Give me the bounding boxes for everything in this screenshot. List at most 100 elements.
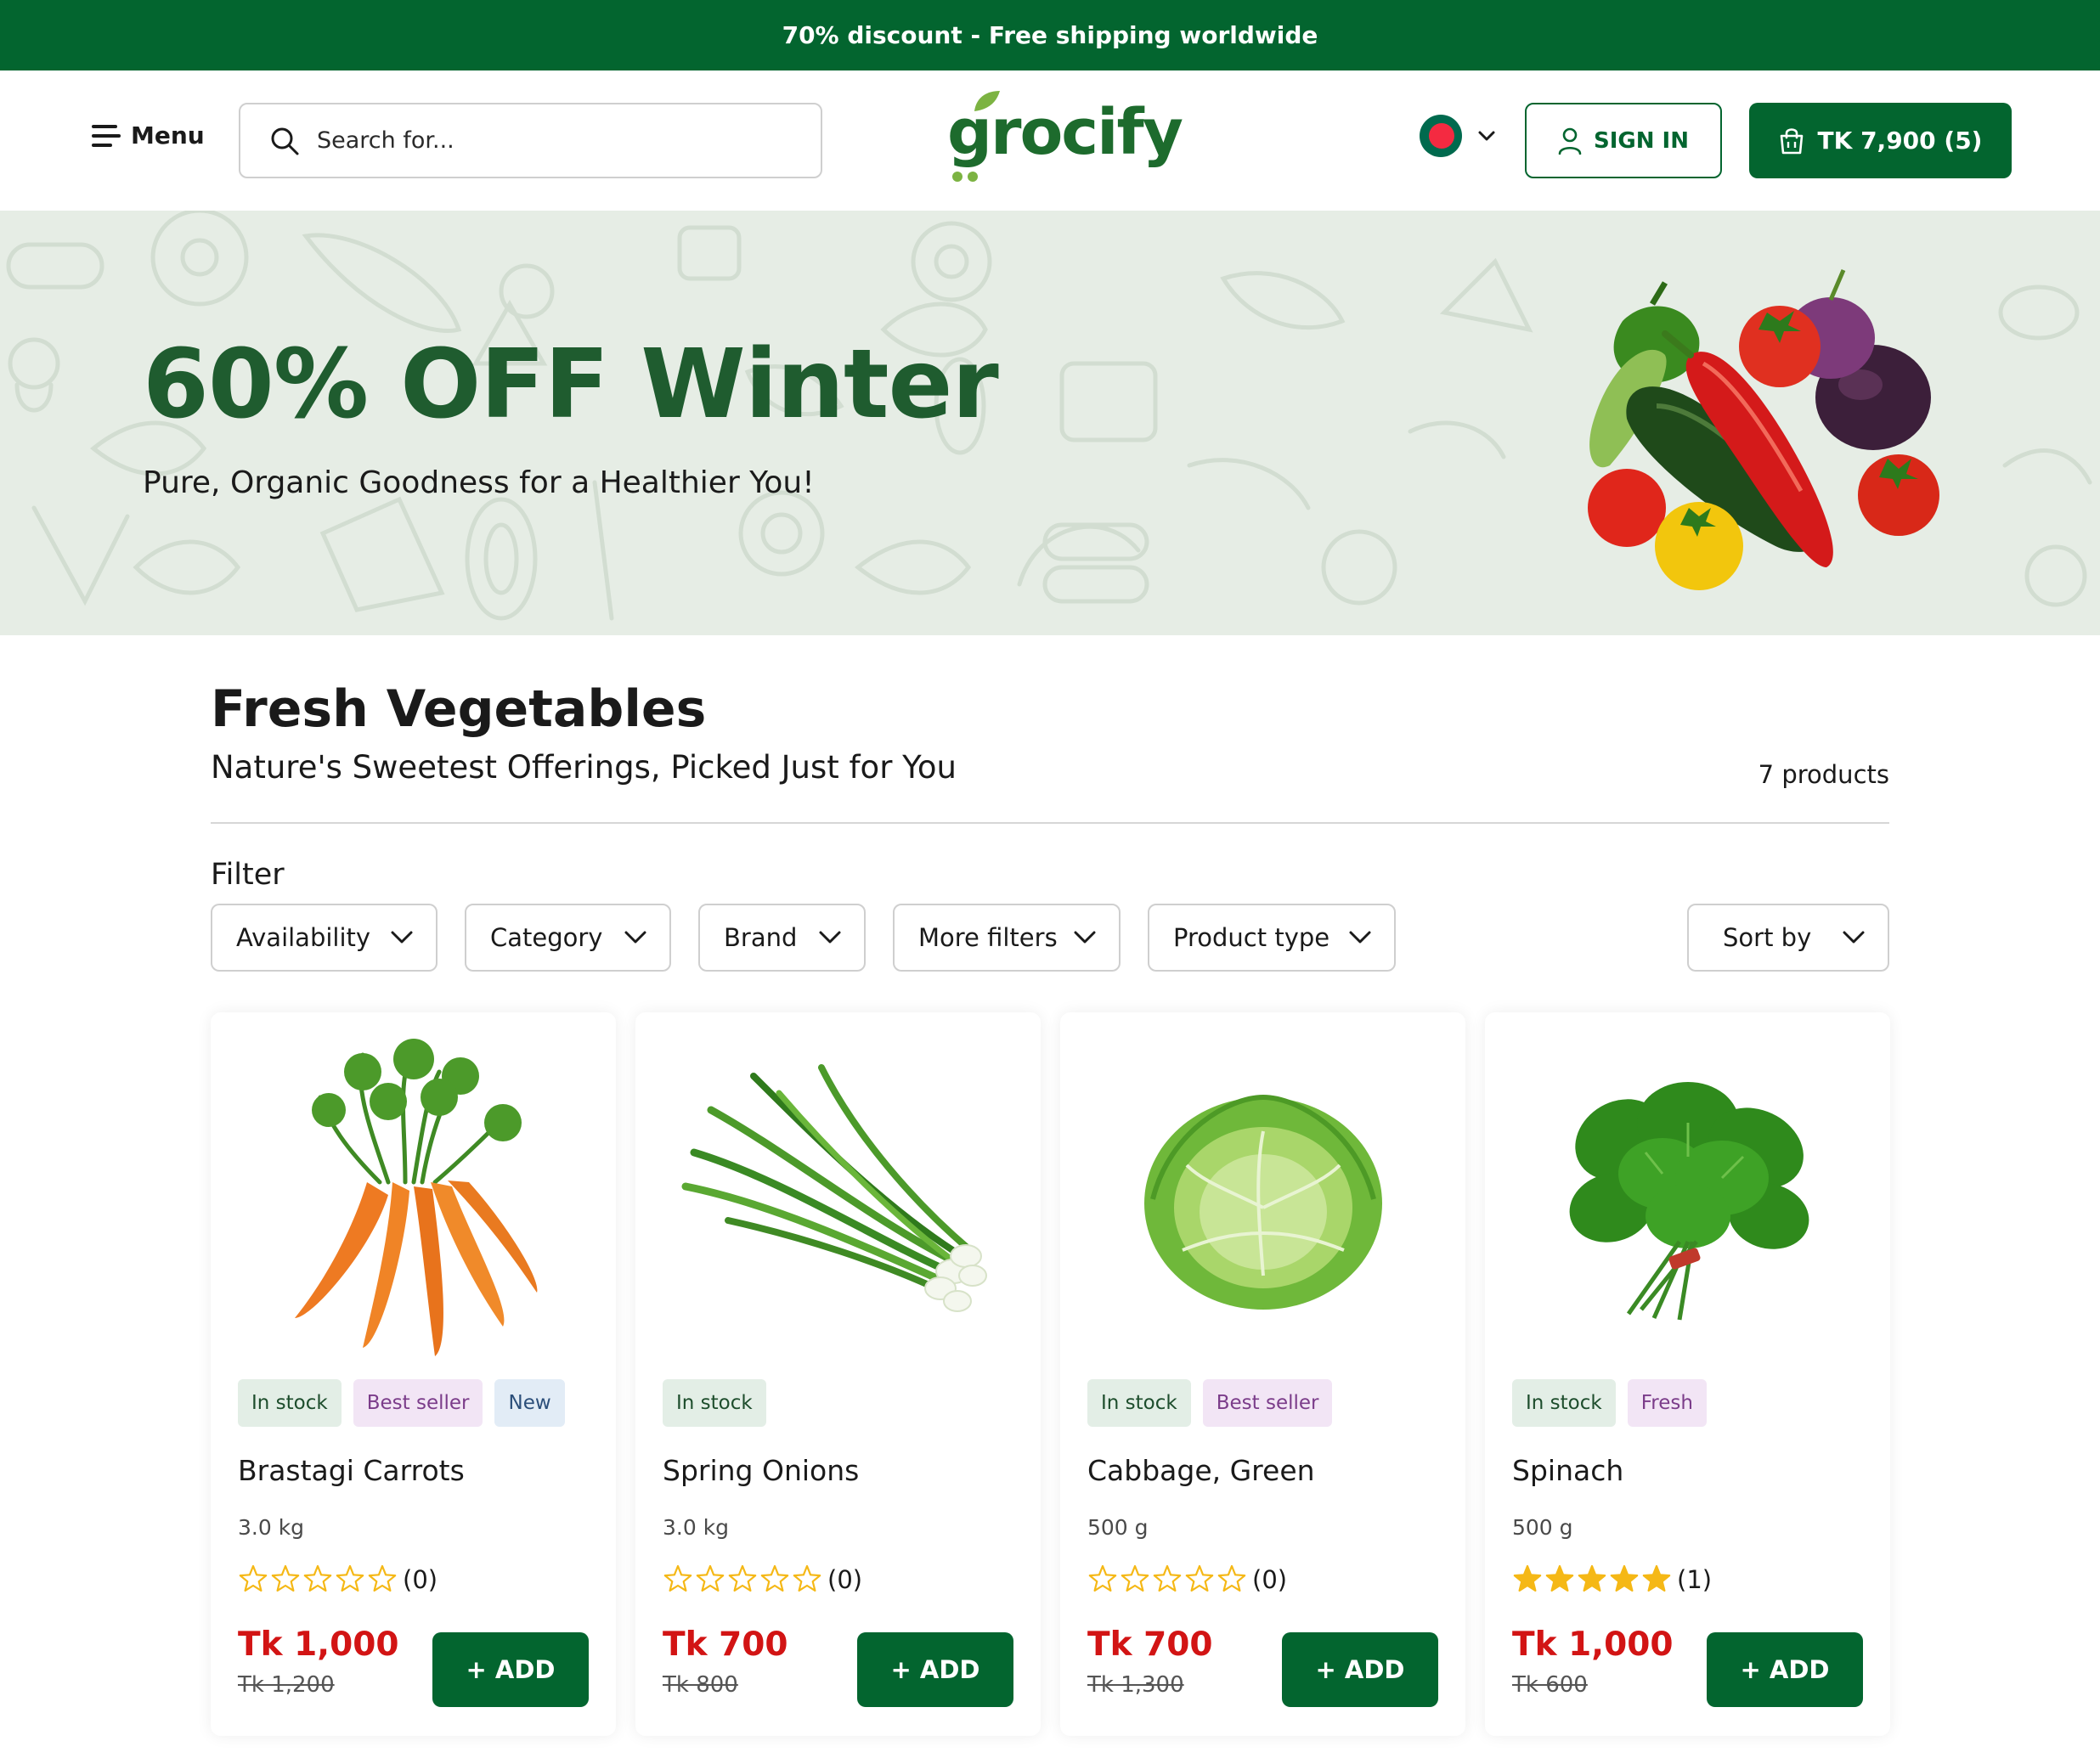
product-image[interactable] [1077, 1029, 1448, 1369]
country-selector[interactable] [1420, 115, 1496, 157]
chevron-down-icon [1349, 931, 1371, 944]
rating-stars-icon [1088, 1564, 1246, 1592]
add-to-cart-button[interactable]: + ADD [1282, 1632, 1438, 1707]
filter-availability-label: Availability [236, 923, 371, 952]
search-input[interactable] [317, 127, 793, 154]
star-icon [728, 1564, 757, 1592]
product-count: 7 products [1758, 760, 1889, 789]
product-badges: In stock Fresh [1512, 1379, 1707, 1427]
star-icon [1545, 1564, 1574, 1592]
product-image[interactable] [228, 1029, 599, 1369]
product-name[interactable]: Cabbage, Green [1087, 1454, 1315, 1487]
filter-more[interactable]: More filters [893, 904, 1121, 972]
rating-stars-icon [1513, 1564, 1671, 1592]
product-price: Tk 1,000 [238, 1626, 399, 1664]
badge-fresh: Fresh [1627, 1379, 1707, 1427]
product-card[interactable]: In stock Fresh Spinach 500 g (1) Tk 1,00… [1485, 1012, 1890, 1736]
hero-title: 60% OFF Winter [143, 330, 999, 440]
review-count: (0) [1252, 1565, 1288, 1594]
product-image[interactable] [652, 1029, 1024, 1369]
hero-banner[interactable]: 60% OFF Winter Pure, Organic Goodness fo… [0, 211, 2100, 635]
announcement-text: 70% discount - Free shipping worldwide [782, 21, 1318, 49]
star-icon [336, 1564, 364, 1592]
sign-in-label: SIGN IN [1594, 127, 1689, 154]
carrots-image [294, 1039, 537, 1356]
filter-category-label: Category [490, 923, 603, 952]
chevron-down-icon [819, 931, 841, 944]
menu-label: Menu [131, 121, 205, 149]
announcement-bar: 70% discount - Free shipping worldwide [0, 0, 2100, 70]
badge-in-stock: In stock [1087, 1379, 1191, 1427]
product-weight: 3.0 kg [238, 1515, 305, 1540]
product-weight: 500 g [1512, 1515, 1573, 1540]
review-count: (0) [403, 1565, 438, 1594]
star-icon [1185, 1564, 1214, 1592]
vegetables-image [1588, 269, 1939, 590]
product-rating: (0) [1087, 1564, 1287, 1595]
product-weight: 500 g [1087, 1515, 1149, 1540]
star-icon [1153, 1564, 1182, 1592]
star-icon [793, 1564, 821, 1592]
product-name[interactable]: Brastagi Carrots [238, 1454, 465, 1487]
section-divider [211, 822, 1889, 824]
product-old-price: Tk 800 [663, 1672, 738, 1698]
star-icon [303, 1564, 332, 1592]
product-card[interactable]: In stock Spring Onions 3.0 kg (0) Tk 700… [635, 1012, 1041, 1736]
product-rating: (1) [1512, 1564, 1712, 1595]
badge-in-stock: In stock [1512, 1379, 1616, 1427]
section-title: Fresh Vegetables [211, 679, 707, 739]
logo-text: grocify [947, 96, 1183, 169]
product-old-price: Tk 1,300 [1087, 1672, 1184, 1698]
add-to-cart-button[interactable]: + ADD [1707, 1632, 1863, 1707]
add-to-cart-button[interactable]: + ADD [432, 1632, 589, 1707]
cabbage-image [1143, 1094, 1382, 1310]
hero-subtitle: Pure, Organic Goodness for a Healthier Y… [143, 465, 815, 500]
product-old-price: Tk 1,200 [238, 1672, 335, 1698]
review-count: (1) [1677, 1565, 1713, 1594]
product-card[interactable]: In stock Best seller Cabbage, Green 500 … [1060, 1012, 1465, 1736]
chevron-down-icon [624, 931, 646, 944]
star-icon [1513, 1564, 1542, 1592]
search-box[interactable] [239, 103, 822, 178]
add-to-cart-button[interactable]: + ADD [857, 1632, 1013, 1707]
spinach-image [1569, 1082, 1809, 1321]
section-subtitle: Nature's Sweetest Offerings, Picked Just… [211, 749, 957, 786]
spring-onions-image [681, 1064, 987, 1312]
filter-brand[interactable]: Brand [698, 904, 866, 972]
star-icon [1121, 1564, 1149, 1592]
review-count: (0) [827, 1565, 863, 1594]
site-logo[interactable]: grocify [947, 89, 1183, 187]
filter-label: Filter [211, 858, 285, 892]
filter-availability[interactable]: Availability [211, 904, 438, 972]
star-icon [1088, 1564, 1117, 1592]
filter-brand-label: Brand [724, 923, 798, 952]
chevron-down-icon [391, 931, 413, 944]
product-image[interactable] [1502, 1029, 1873, 1369]
sort-by-dropdown[interactable]: Sort by [1687, 904, 1889, 972]
product-card[interactable]: In stock Best seller New Brastagi Carrot… [211, 1012, 616, 1736]
star-icon [1610, 1564, 1639, 1592]
product-weight: 3.0 kg [663, 1515, 730, 1540]
star-icon [271, 1564, 300, 1592]
star-icon [1642, 1564, 1671, 1592]
menu-button[interactable]: Menu [92, 121, 205, 149]
product-old-price: Tk 600 [1512, 1672, 1588, 1698]
filter-product-type[interactable]: Product type [1148, 904, 1396, 972]
chevron-down-icon [1074, 931, 1096, 944]
product-price: Tk 700 [1087, 1626, 1213, 1664]
sign-in-button[interactable]: SIGN IN [1525, 103, 1722, 178]
product-name[interactable]: Spring Onions [663, 1454, 859, 1487]
sort-by-label: Sort by [1723, 923, 1812, 952]
search-icon [271, 127, 299, 155]
filter-category[interactable]: Category [465, 904, 671, 972]
product-name[interactable]: Spinach [1512, 1454, 1623, 1487]
cart-button[interactable]: TK 7,900 (5) [1749, 103, 2012, 178]
logo-dots-icon [952, 172, 978, 182]
star-icon [1217, 1564, 1246, 1592]
filter-more-label: More filters [918, 923, 1058, 952]
badge-new: New [494, 1379, 565, 1427]
product-rating: (0) [238, 1564, 438, 1595]
star-icon [663, 1564, 692, 1592]
site-header: Menu grocify SIGN IN [0, 70, 2100, 211]
rating-stars-icon [239, 1564, 397, 1592]
